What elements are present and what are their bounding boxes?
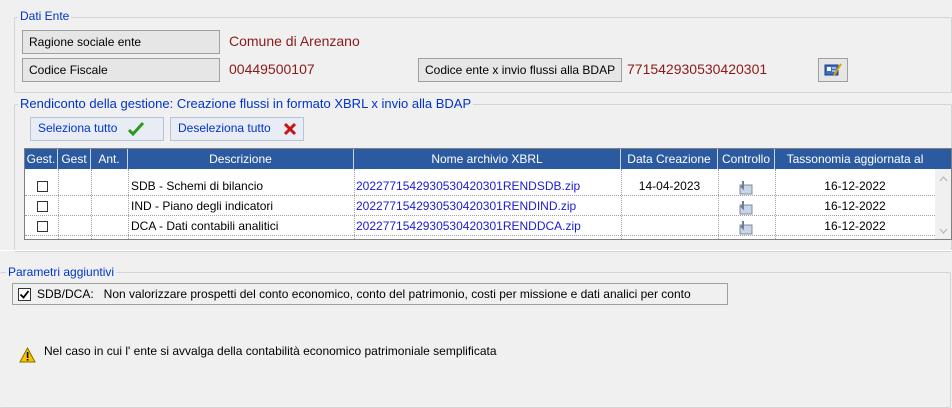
col-tassonomia[interactable]: Tassonomia aggiornata al [775,149,935,169]
xbrl-files-grid: Gest. Gest Ant. Descrizione Nome archivi… [24,148,952,240]
edit-card-button[interactable] [818,58,848,82]
select-all-label: Seleziona tutto [38,121,118,135]
warning-icon [19,346,36,366]
col-data[interactable]: Data Creazione [621,149,718,169]
checkbox-checked-icon[interactable] [18,288,31,301]
warning-text: Nel caso in cui l' ente si avvalga della… [44,344,497,358]
grid-header: Gest. Gest Ant. Descrizione Nome archivi… [25,149,951,169]
col-descrizione[interactable]: Descrizione [128,149,354,169]
separator [0,250,952,251]
grid-scrollbar[interactable] [935,169,952,239]
scroll-up-icon[interactable] [935,173,952,185]
option-label: SDB/DCA: Non valorizzare prospetti del c… [37,287,691,301]
col-gest1[interactable]: Gest. [25,149,58,169]
rendiconto-legend: Rendiconto della gestione: Creazione flu… [18,96,474,111]
option-row[interactable]: SDB/DCA: Non valorizzare prospetti del c… [12,283,728,305]
controllo-icon[interactable] [738,179,754,198]
codice-ente-label: Codice ente x invio flussi alla BDAP [418,58,622,82]
row-data [621,216,718,236]
deselect-all-label: Deseleziona tutto [178,121,271,135]
check-icon [127,121,145,137]
codice-ente-value: 771542930530420301 [627,61,768,77]
controllo-icon[interactable] [738,219,754,238]
controllo-icon[interactable] [738,199,754,218]
col-ant[interactable]: Ant. [91,149,128,169]
row-archivio[interactable]: 2022771542930530420301RENDSDB.zip [356,176,620,196]
x-mark-icon [283,122,297,136]
select-all-button[interactable]: Seleziona tutto [30,117,164,141]
deselect-all-button[interactable]: Deseleziona tutto [170,117,304,141]
row-checkbox[interactable] [37,221,48,232]
row-descrizione: SDB - Schemi di bilancio [131,179,264,193]
row-data [621,196,718,216]
scroll-down-icon[interactable] [935,225,952,237]
col-gest2[interactable]: Gest [58,149,91,169]
edit-card-icon [824,63,842,76]
ragione-sociale-value: Comune di Arenzano [229,33,360,49]
col-controllo[interactable]: Controllo [718,149,775,169]
col-archivio[interactable]: Nome archivio XBRL [354,149,621,169]
row-data: 14-04-2023 [638,179,701,193]
row-archivio[interactable]: 2022771542930530420301RENDDCA.zip [356,216,620,236]
row-tassonomia: 16-12-2022 [824,219,886,233]
row-archivio[interactable]: 2022771542930530420301RENDIND.zip [356,196,620,216]
row-descrizione: IND - Piano degli indicatori [131,199,274,213]
row-checkbox[interactable] [37,201,48,212]
codice-fiscale-value: 00449500107 [229,61,315,77]
codice-fiscale-label: Codice Fiscale [22,58,220,82]
row-tassonomia: 16-12-2022 [824,179,886,193]
parametri-legend: Parametri aggiuntivi [6,265,117,279]
row-tassonomia: 16-12-2022 [824,199,886,213]
dati-ente-legend: Dati Ente [18,9,72,23]
ragione-sociale-label: Ragione sociale ente [22,30,220,54]
row-checkbox[interactable] [37,181,48,192]
row-descrizione: DCA - Dati contabili analitici [131,219,279,233]
